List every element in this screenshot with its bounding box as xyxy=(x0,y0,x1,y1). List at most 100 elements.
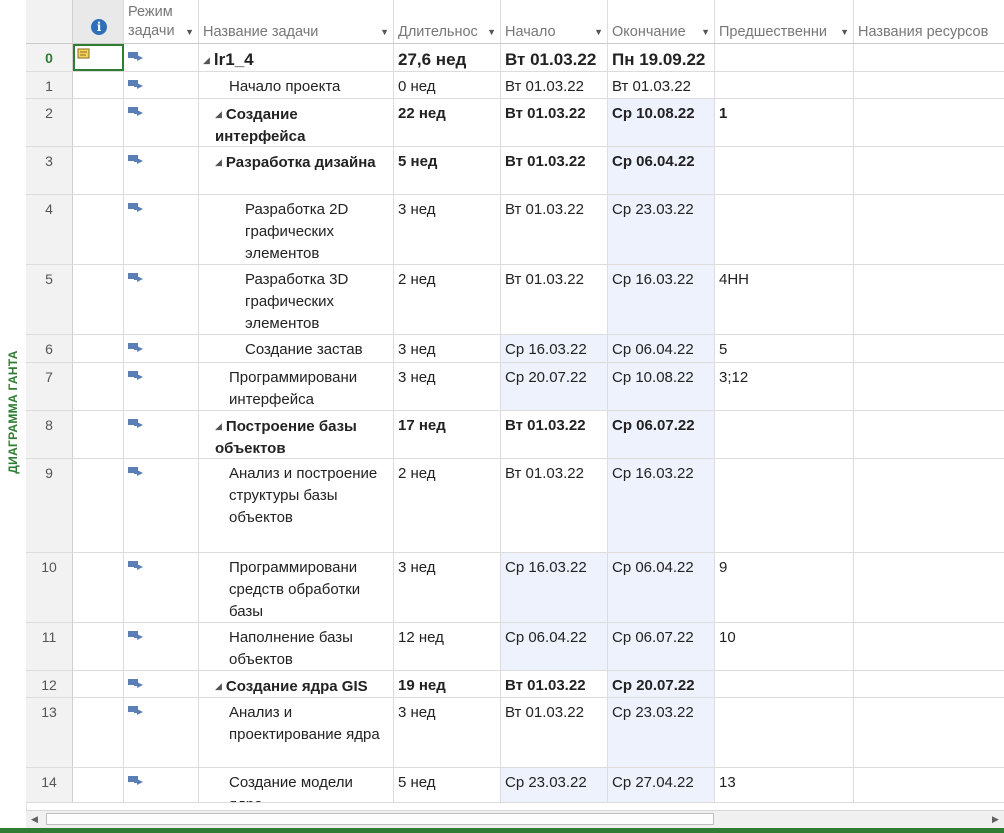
duration-cell[interactable]: 12 нед xyxy=(394,623,501,670)
finish-cell[interactable]: Ср 10.08.22 xyxy=(608,363,715,410)
indicator-cell[interactable] xyxy=(73,99,124,146)
task-name-cell[interactable]: Анализ и построение структуры базы объек… xyxy=(199,459,394,552)
start-cell[interactable]: Вт 01.03.22 xyxy=(501,698,608,767)
task-mode-cell[interactable] xyxy=(124,768,199,802)
header-duration[interactable]: Длительнос ▼ xyxy=(394,0,501,43)
row-id[interactable]: 1 xyxy=(26,72,73,98)
duration-cell[interactable]: 17 нед xyxy=(394,411,501,458)
table-row[interactable]: 5 Разработка 3D графических элементов 2 не… xyxy=(26,265,1004,335)
finish-cell[interactable]: Ср 16.03.22 xyxy=(608,459,715,552)
row-id[interactable]: 7 xyxy=(26,363,73,410)
indicator-cell[interactable] xyxy=(73,411,124,458)
indicator-cell[interactable] xyxy=(73,335,124,362)
finish-cell[interactable]: Пн 19.09.22 xyxy=(608,44,715,71)
start-cell[interactable]: Ср 16.03.22 xyxy=(501,553,608,622)
duration-cell[interactable]: 5 нед xyxy=(394,147,501,194)
predecessors-cell[interactable] xyxy=(715,459,854,552)
row-id[interactable]: 6 xyxy=(26,335,73,362)
start-cell[interactable]: Вт 01.03.22 xyxy=(501,195,608,264)
start-cell[interactable]: Вт 01.03.22 xyxy=(501,99,608,146)
finish-cell[interactable]: Ср 10.08.22 xyxy=(608,99,715,146)
start-cell[interactable]: Вт 01.03.22 xyxy=(501,671,608,697)
duration-cell[interactable]: 2 нед xyxy=(394,265,501,334)
resources-cell[interactable] xyxy=(854,335,1004,362)
task-mode-cell[interactable] xyxy=(124,411,199,458)
duration-cell[interactable]: 27,6 нед xyxy=(394,44,501,71)
finish-cell[interactable]: Ср 16.03.22 xyxy=(608,265,715,334)
collapse-triangle-icon[interactable]: ◢ xyxy=(215,421,222,431)
start-cell[interactable]: Ср 23.03.22 xyxy=(501,768,608,802)
predecessors-cell[interactable] xyxy=(715,698,854,767)
task-name-cell[interactable]: ◢ Создание интерфейса xyxy=(199,99,394,146)
start-cell[interactable]: Ср 20.07.22 xyxy=(501,363,608,410)
indicator-cell[interactable] xyxy=(73,195,124,264)
resources-cell[interactable] xyxy=(854,698,1004,767)
resources-cell[interactable] xyxy=(854,72,1004,98)
horizontal-scrollbar[interactable]: ◀ ▶ xyxy=(26,810,1004,828)
task-mode-cell[interactable] xyxy=(124,459,199,552)
table-row[interactable]: 12 ◢ Создание ядра GIS 19 нед Вт 01.03.22 Ср … xyxy=(26,671,1004,698)
resources-cell[interactable] xyxy=(854,195,1004,264)
predecessors-cell[interactable] xyxy=(715,411,854,458)
chevron-down-icon[interactable]: ▼ xyxy=(185,27,194,37)
resources-cell[interactable] xyxy=(854,553,1004,622)
finish-cell[interactable]: Ср 06.04.22 xyxy=(608,553,715,622)
scrollbar-thumb[interactable] xyxy=(46,813,714,825)
start-cell[interactable]: Ср 06.04.22 xyxy=(501,623,608,670)
predecessors-cell[interactable]: 10 xyxy=(715,623,854,670)
predecessors-cell[interactable]: 3;12 xyxy=(715,363,854,410)
resources-cell[interactable] xyxy=(854,363,1004,410)
task-mode-cell[interactable] xyxy=(124,698,199,767)
resources-cell[interactable] xyxy=(854,768,1004,802)
task-mode-cell[interactable] xyxy=(124,671,199,697)
indicator-cell[interactable] xyxy=(73,265,124,334)
row-id[interactable]: 8 xyxy=(26,411,73,458)
row-id[interactable]: 0 xyxy=(26,44,73,71)
duration-cell[interactable]: 5 нед xyxy=(394,768,501,802)
resources-cell[interactable] xyxy=(854,265,1004,334)
start-cell[interactable]: Вт 01.03.22 xyxy=(501,459,608,552)
finish-cell[interactable]: Ср 06.04.22 xyxy=(608,335,715,362)
task-name-cell[interactable]: ◢ lr1_4 xyxy=(199,44,394,71)
table-row[interactable]: 8 ◢ Построение базы объектов 17 нед Вт 01.03… xyxy=(26,411,1004,459)
view-bar[interactable]: ДИАГРАММА ГАНТА xyxy=(0,0,27,810)
indicator-cell[interactable] xyxy=(73,553,124,622)
start-cell[interactable]: Вт 01.03.22 xyxy=(501,147,608,194)
row-id[interactable]: 9 xyxy=(26,459,73,552)
task-name-cell[interactable]: ◢ Создание ядра GIS xyxy=(199,671,394,697)
predecessors-cell[interactable]: 4НН xyxy=(715,265,854,334)
task-name-cell[interactable]: Разработка 3D графических элементов xyxy=(199,265,394,334)
resources-cell[interactable] xyxy=(854,147,1004,194)
collapse-triangle-icon[interactable]: ◢ xyxy=(215,109,222,119)
indicator-cell[interactable] xyxy=(73,363,124,410)
predecessors-cell[interactable] xyxy=(715,671,854,697)
predecessors-cell[interactable]: 5 xyxy=(715,335,854,362)
table-row[interactable]: 10 Программировани средств обработки базы… xyxy=(26,553,1004,623)
table-row[interactable]: 9 Анализ и построение структуры базы объе… xyxy=(26,459,1004,553)
header-task-mode[interactable]: Режим задачи ▼ xyxy=(124,0,199,43)
task-name-cell[interactable]: ◢ Разработка дизайна xyxy=(199,147,394,194)
header-predecessors[interactable]: Предшественни ▼ xyxy=(715,0,854,43)
table-row[interactable]: 2 ◢ Создание интерфейса 22 нед Вт 01.03.22 Ср… xyxy=(26,99,1004,147)
start-cell[interactable]: Вт 01.03.22 xyxy=(501,265,608,334)
header-task-name[interactable]: Название задачи ▼ xyxy=(199,0,394,43)
indicator-cell[interactable] xyxy=(73,72,124,98)
task-mode-cell[interactable] xyxy=(124,195,199,264)
table-row[interactable]: 11 Наполнение базы объектов 12 нед Ср 06.04… xyxy=(26,623,1004,671)
table-row[interactable]: 14 Создание модели ядра 5 нед Ср 23.03.22 Ср… xyxy=(26,768,1004,803)
table-row[interactable]: 7 Программировани интерфейса 3 нед Ср 20.07… xyxy=(26,363,1004,411)
task-name-cell[interactable]: Разработка 2D графических элементов xyxy=(199,195,394,264)
task-name-cell[interactable]: ◢ Построение базы объектов xyxy=(199,411,394,458)
finish-cell[interactable]: Вт 01.03.22 xyxy=(608,72,715,98)
task-mode-cell[interactable] xyxy=(124,72,199,98)
finish-cell[interactable]: Ср 27.04.22 xyxy=(608,768,715,802)
task-mode-cell[interactable] xyxy=(124,623,199,670)
predecessors-cell[interactable] xyxy=(715,195,854,264)
start-cell[interactable]: Ср 16.03.22 xyxy=(501,335,608,362)
predecessors-cell[interactable] xyxy=(715,147,854,194)
chevron-down-icon[interactable]: ▼ xyxy=(701,27,710,37)
predecessors-cell[interactable] xyxy=(715,44,854,71)
resources-cell[interactable] xyxy=(854,44,1004,71)
row-id[interactable]: 14 xyxy=(26,768,73,802)
row-id[interactable]: 11 xyxy=(26,623,73,670)
